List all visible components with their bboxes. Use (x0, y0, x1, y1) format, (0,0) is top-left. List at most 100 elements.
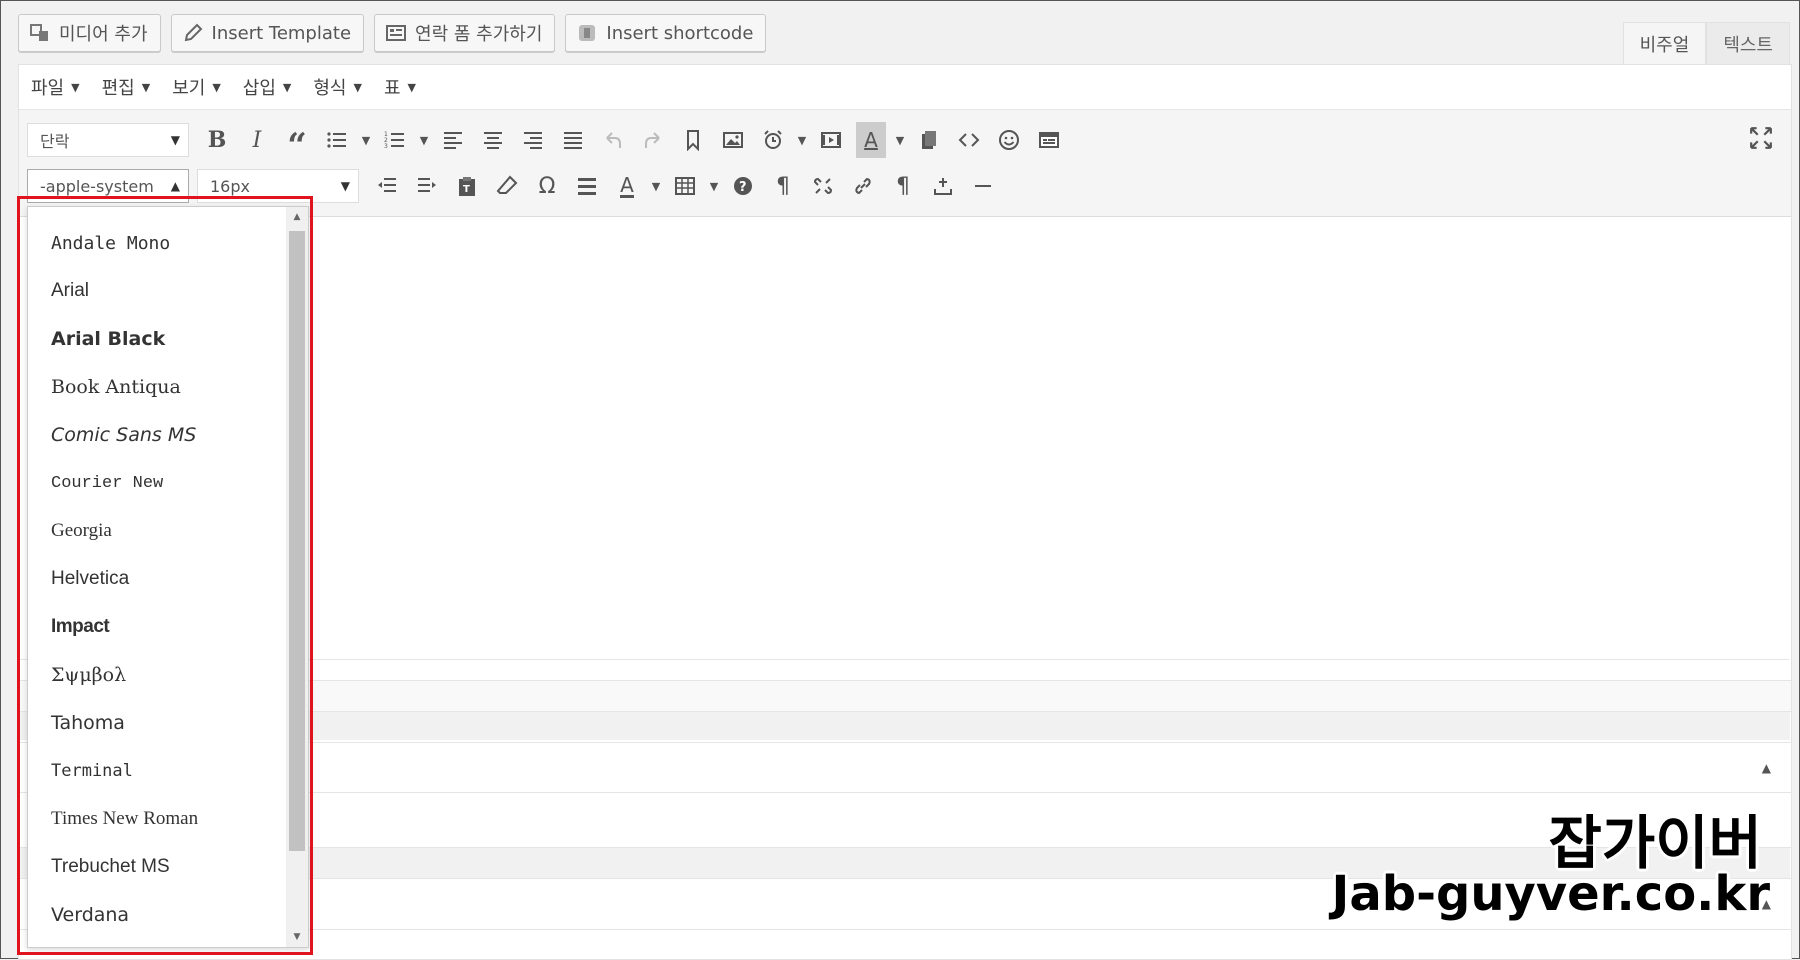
font-family-select[interactable]: -apple-system ▲ (27, 169, 189, 203)
caret-down-icon[interactable]: ▼ (793, 122, 811, 158)
video-icon[interactable] (811, 122, 851, 158)
menu-table[interactable]: 표 ▼ (384, 74, 416, 100)
show-blocks-icon[interactable]: ¶ (883, 168, 923, 204)
add-contact-form-label: 연락 폼 추가하기 (415, 24, 543, 45)
scrollbar-thumb[interactable] (289, 231, 305, 851)
code-icon[interactable] (949, 122, 989, 158)
svg-text:3: 3 (384, 143, 388, 150)
paragraph-format-value: 단락 (40, 132, 70, 151)
numbered-list-icon[interactable]: 123 (375, 122, 415, 158)
caret-down-icon: ▼ (212, 80, 221, 94)
special-character-icon[interactable]: Ω (527, 168, 567, 204)
font-option-times-new-roman[interactable]: Times New Roman (28, 795, 284, 843)
align-center-icon[interactable] (473, 122, 513, 158)
insert-icon[interactable] (923, 168, 963, 204)
font-option-verdana[interactable]: Verdana (28, 891, 284, 939)
alarm-clock-icon[interactable] (753, 122, 793, 158)
outdent-icon[interactable] (367, 168, 407, 204)
font-option-arial[interactable]: Arial (28, 267, 284, 315)
add-media-label: 미디어 추가 (59, 24, 148, 45)
menu-edit[interactable]: 편집 ▼ (102, 74, 151, 100)
indent-icon[interactable] (407, 168, 447, 204)
tab-text[interactable]: 텍스트 (1706, 22, 1790, 64)
caret-down-icon[interactable]: ▼ (357, 122, 375, 158)
caret-down-icon: ▼ (71, 80, 80, 94)
editor-toolbar: 단락 ▼ B I “ ▼ 123 ▼ ▼ A ▼ -apple-system ▲… (19, 110, 1791, 217)
paragraph-icon[interactable]: ¶ (763, 168, 803, 204)
font-option-helvetica[interactable]: Helvetica (28, 555, 284, 603)
toolbar-row-1: 단락 ▼ B I “ ▼ 123 ▼ ▼ A ▼ (27, 120, 1069, 166)
fullscreen-icon[interactable] (1743, 120, 1779, 156)
paragraph-format-select[interactable]: 단락 ▼ (27, 123, 189, 157)
menu-file[interactable]: 파일 ▼ (31, 74, 80, 100)
font-list: Andale Mono Arial Arial Black Book Antiq… (28, 219, 284, 939)
tab-visual[interactable]: 비주얼 (1622, 22, 1707, 64)
paste-text-icon[interactable]: T (447, 168, 487, 204)
font-option-tahoma[interactable]: Tahoma (28, 699, 284, 747)
text-color-icon[interactable]: A (856, 122, 886, 158)
blockquote-icon[interactable]: “ (277, 122, 317, 166)
caret-down-icon[interactable]: ▼ (647, 168, 665, 204)
scroll-up-icon[interactable]: ▲ (286, 209, 308, 225)
link-icon[interactable] (843, 168, 883, 204)
font-option-terminal[interactable]: Terminal (28, 747, 284, 795)
bold-icon[interactable]: B (197, 122, 237, 158)
align-right-icon[interactable] (513, 122, 553, 158)
bullet-list-icon[interactable] (317, 122, 357, 158)
table-icon[interactable] (665, 168, 705, 204)
font-option-arial-black[interactable]: Arial Black (28, 315, 284, 363)
menu-view[interactable]: 보기 ▼ (172, 74, 221, 100)
caret-down-icon: ▼ (170, 133, 180, 147)
caret-down-icon: ▼ (141, 80, 151, 94)
add-media-button[interactable]: 미디어 추가 (18, 14, 161, 52)
form-icon[interactable] (1029, 122, 1069, 158)
svg-text:?: ? (739, 180, 747, 195)
bookmark-icon[interactable] (673, 122, 713, 158)
font-color-icon[interactable]: A (607, 168, 647, 204)
caret-down-icon: ▼ (282, 80, 292, 94)
font-option-georgia[interactable]: Georgia (28, 507, 284, 555)
caret-down-icon[interactable]: ▼ (891, 122, 909, 158)
font-size-select[interactable]: 16px ▼ (197, 169, 359, 203)
menu-format[interactable]: 형식 ▼ (313, 74, 362, 100)
font-option-trebuchet[interactable]: Trebuchet MS (28, 843, 284, 891)
copy-icon[interactable] (909, 122, 949, 158)
editor-menubar: 파일 ▼ 편집 ▼ 보기 ▼ 삽입 ▼ 형식 ▼ 표 ▼ (19, 65, 1791, 110)
form-icon (385, 22, 407, 44)
undo-icon[interactable] (593, 122, 633, 158)
font-option-book-antiqua[interactable]: Book Antiqua (28, 363, 284, 411)
insert-shortcode-button[interactable]: Insert shortcode (565, 14, 767, 52)
menu-insert[interactable]: 삽입 ▼ (243, 74, 292, 100)
collapse-arrow-icon[interactable]: ▲ (1762, 761, 1771, 775)
horizontal-rule-icon[interactable] (567, 168, 607, 204)
add-contact-form-button[interactable]: 연락 폼 추가하기 (374, 14, 556, 52)
caret-down-icon[interactable]: ▼ (415, 122, 433, 158)
scroll-down-icon[interactable]: ▼ (286, 929, 308, 945)
caret-down-icon: ▼ (353, 80, 362, 94)
redo-icon[interactable] (633, 122, 673, 158)
align-left-icon[interactable] (433, 122, 473, 158)
shortcode-icon (576, 22, 598, 44)
font-option-symbol[interactable]: Σψμβολ (28, 651, 284, 699)
menu-table-label: 표 (383, 78, 401, 99)
caret-down-icon[interactable]: ▼ (705, 168, 723, 204)
insert-template-button[interactable]: Insert Template (170, 14, 365, 52)
emoji-icon[interactable] (989, 122, 1029, 158)
font-option-courier-new[interactable]: Courier New (28, 459, 284, 507)
align-justify-icon[interactable] (553, 122, 593, 158)
pencil-icon (182, 22, 204, 44)
font-option-impact[interactable]: Impact (28, 603, 284, 651)
svg-text:T: T (463, 184, 470, 195)
page-break-icon[interactable] (963, 168, 1003, 204)
media-icon (29, 22, 51, 44)
clear-formatting-icon[interactable] (487, 168, 527, 204)
caret-down-icon: ▼ (340, 179, 350, 193)
font-family-value: -apple-system (40, 176, 154, 196)
font-option-andale-mono[interactable]: Andale Mono (28, 219, 284, 267)
font-option-comic-sans[interactable]: Comic Sans MS (28, 411, 284, 459)
help-icon[interactable]: ? (723, 168, 763, 204)
italic-icon[interactable]: I (237, 122, 277, 158)
unlink-icon[interactable] (803, 168, 843, 204)
dropdown-scrollbar[interactable]: ▲ ▼ (286, 207, 308, 947)
image-icon[interactable] (713, 122, 753, 158)
